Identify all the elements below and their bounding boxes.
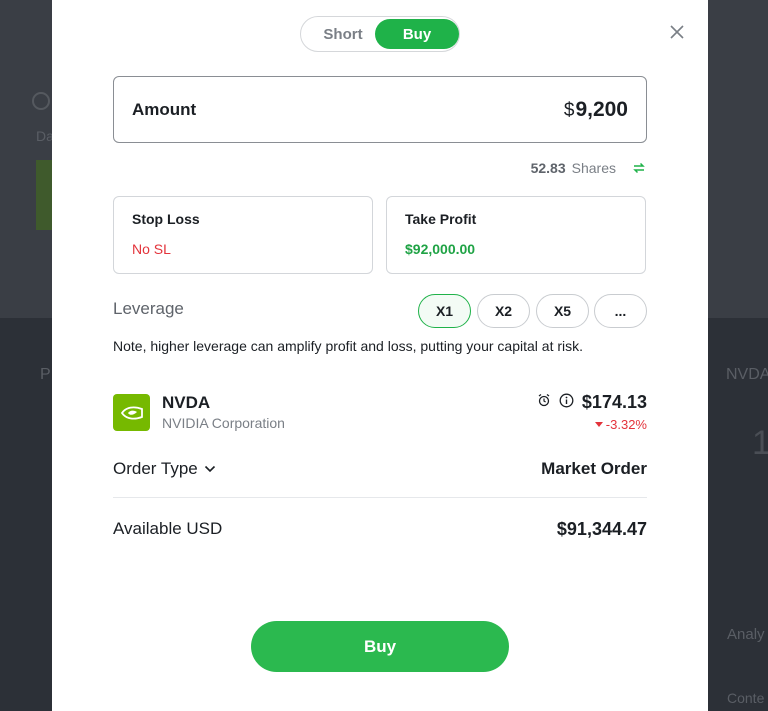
- leverage-x1-button[interactable]: X1: [418, 294, 471, 328]
- background-text: NVDA: [726, 366, 768, 383]
- stop-loss-title: Stop Loss: [132, 211, 200, 227]
- available-label: Available USD: [113, 519, 223, 538]
- leverage-label: Leverage: [113, 299, 184, 318]
- chevron-down-icon: [204, 465, 215, 473]
- side-toggle: Short Buy: [300, 16, 460, 52]
- divider: [113, 497, 647, 498]
- price-row: $174.13: [537, 392, 647, 413]
- order-type-value: Market Order: [541, 459, 647, 478]
- take-profit-title: Take Profit: [405, 211, 477, 227]
- amount-value: $9,200: [564, 98, 628, 122]
- amount-label: Amount: [132, 99, 197, 119]
- leverage-x2-button[interactable]: X2: [477, 294, 530, 328]
- order-type-label: Order Type: [113, 459, 198, 478]
- take-profit-value: $92,000.00: [405, 241, 476, 257]
- take-profit-box[interactable]: Take Profit $92,000.00: [386, 196, 646, 274]
- amount-field[interactable]: Amount $9,200: [113, 76, 647, 143]
- stock-ticker: NVDA: [162, 393, 211, 412]
- background-text: Analy: [727, 626, 765, 643]
- info-icon[interactable]: [559, 393, 574, 413]
- shares-value: 52.83: [530, 160, 566, 176]
- stock-name: NVIDIA Corporation: [162, 415, 285, 431]
- background-text: P: [40, 366, 51, 383]
- buy-button[interactable]: Buy: [251, 621, 509, 672]
- order-type-dropdown[interactable]: Order Type: [113, 459, 216, 479]
- available-value: $91,344.47: [556, 519, 647, 539]
- close-icon[interactable]: [667, 22, 687, 42]
- nvidia-logo-icon: [113, 394, 150, 431]
- leverage-x5-button[interactable]: X5: [536, 294, 589, 328]
- leverage-note: Note, higher leverage can amplify profit…: [113, 338, 584, 354]
- stop-loss-value: No SL: [132, 241, 171, 257]
- shares-unit: Shares: [571, 160, 616, 176]
- currency-symbol: $: [563, 99, 575, 121]
- down-arrow-icon: [594, 421, 603, 427]
- stock-price: $174.13: [581, 392, 647, 412]
- stop-loss-box[interactable]: Stop Loss No SL: [113, 196, 373, 274]
- buy-option[interactable]: Buy: [375, 19, 459, 49]
- price-change: -3.32%: [594, 417, 647, 432]
- alarm-icon[interactable]: [537, 393, 551, 412]
- leverage-more-button[interactable]: ...: [594, 294, 647, 328]
- background-text: 1: [752, 424, 768, 462]
- background-circle-icon: [32, 92, 50, 110]
- swap-icon[interactable]: [632, 161, 646, 175]
- amount-number: 9,200: [575, 97, 628, 121]
- background-text: Conte: [727, 690, 765, 706]
- shares-row: 52.83 Shares: [531, 158, 646, 178]
- background-thumbnail: [36, 160, 52, 230]
- trade-modal: Short Buy Amount $9,200 52.83 Shares Sto…: [52, 0, 708, 711]
- price-change-value: -3.32%: [605, 417, 647, 432]
- short-option[interactable]: Short: [305, 19, 381, 49]
